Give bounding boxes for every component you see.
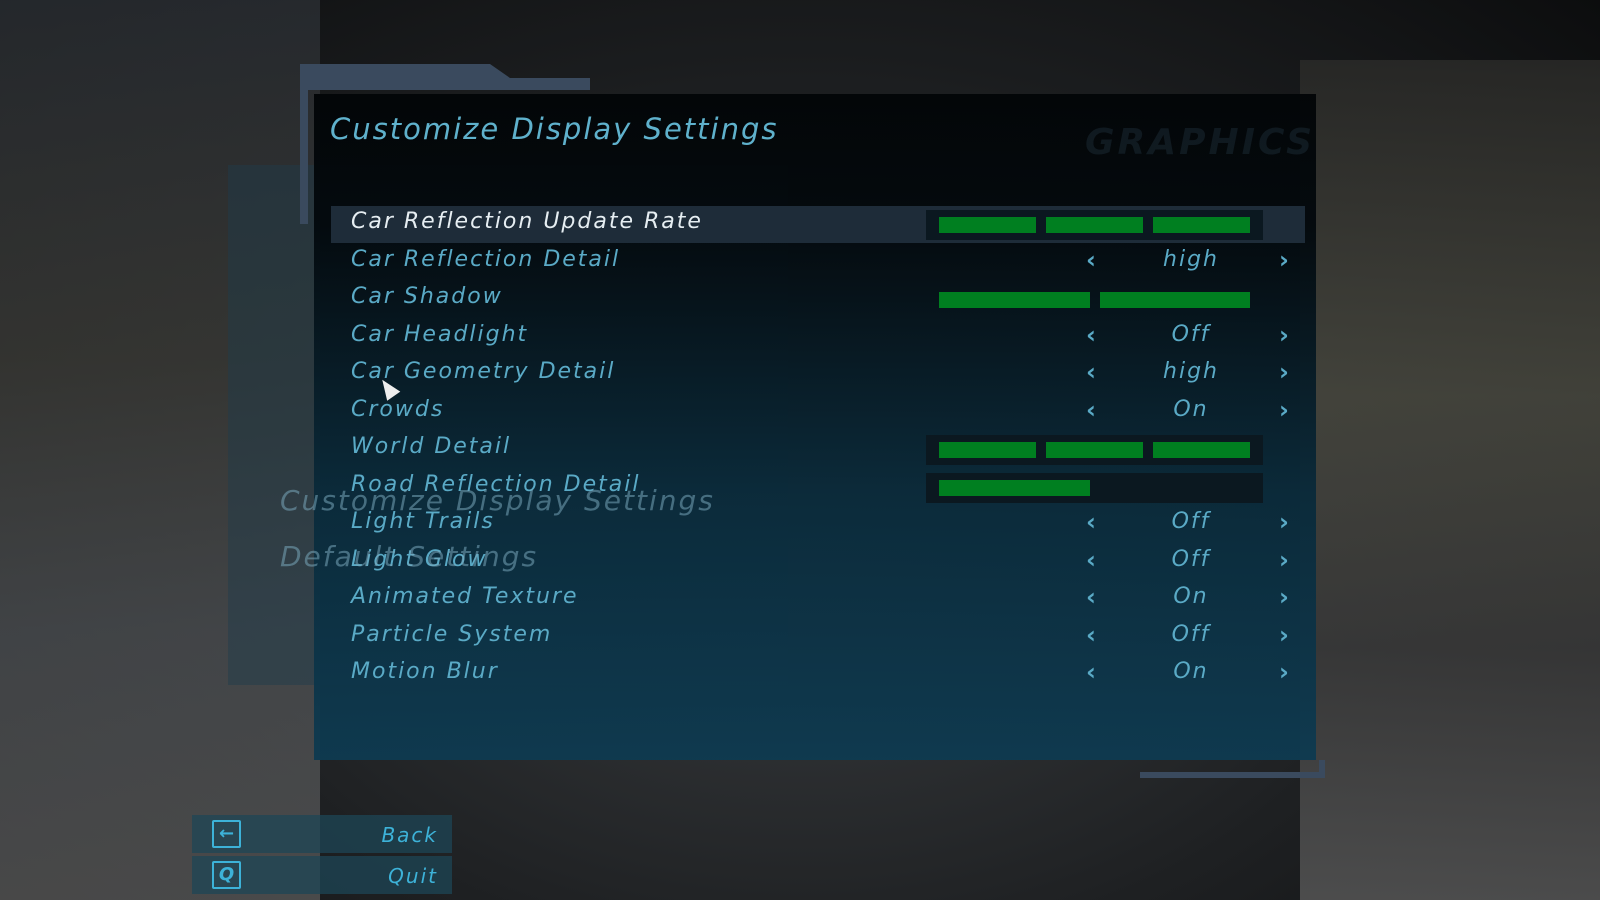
setting-value: On — [1173, 659, 1209, 684]
panel-frame — [300, 64, 308, 224]
level-segment — [1046, 442, 1143, 458]
setting-label: World Detail — [351, 434, 512, 459]
setting-value: On — [1173, 584, 1209, 609]
setting-label: Light Trails — [351, 509, 495, 534]
setting-label: Car Headlight — [351, 321, 529, 347]
chevron-left-icon[interactable]: ‹ — [1086, 546, 1096, 574]
graphics-watermark: GRAPHICS — [1085, 122, 1316, 163]
level-segment — [1100, 480, 1251, 496]
quit-button[interactable]: Q Quit — [192, 856, 452, 894]
q-key-icon: Q — [212, 861, 241, 889]
setting-value: On — [1173, 396, 1209, 422]
setting-label: Car Shadow — [351, 284, 503, 309]
chevron-left-icon[interactable]: ‹ — [1086, 583, 1096, 611]
chevron-left-icon[interactable]: ‹ — [1086, 246, 1096, 274]
setting-row[interactable]: Car Headlight ‹ Off › — [331, 319, 1305, 356]
chevron-right-icon[interactable]: › — [1279, 396, 1289, 424]
chevron-left-icon[interactable]: ‹ — [1086, 658, 1096, 686]
level-segment — [939, 479, 1090, 496]
chevron-left-icon[interactable]: ‹ — [1086, 321, 1096, 349]
setting-label: Light Glow — [351, 546, 488, 572]
panel-frame — [300, 64, 590, 90]
chevron-right-icon[interactable]: › — [1279, 246, 1289, 274]
setting-value: Off — [1171, 546, 1211, 572]
chevron-left-icon[interactable]: ‹ — [1086, 508, 1096, 536]
chevron-left-icon[interactable]: ‹ — [1086, 621, 1096, 649]
chevron-right-icon[interactable]: › — [1279, 508, 1289, 536]
setting-row[interactable]: Car Reflection Detail ‹ high › — [331, 244, 1305, 281]
chevron-right-icon[interactable]: › — [1279, 621, 1289, 649]
setting-label: Particle System — [351, 621, 553, 647]
chevron-right-icon[interactable]: › — [1279, 546, 1289, 574]
setting-label: Crowds — [351, 396, 445, 422]
background-garage-right — [1300, 60, 1600, 900]
setting-label: Car Reflection Update Rate — [351, 209, 703, 234]
setting-row[interactable]: Motion Blur ‹ On › — [331, 656, 1305, 693]
level-segment — [939, 292, 1090, 308]
setting-row[interactable]: Light Glow ‹ Off › — [331, 544, 1305, 581]
setting-value: high — [1163, 359, 1219, 384]
setting-label: Motion Blur — [351, 659, 499, 684]
setting-row[interactable]: Road Reflection Detail — [331, 469, 1305, 506]
setting-row[interactable]: Car Geometry Detail ‹ high › — [331, 356, 1305, 393]
level-bar[interactable] — [926, 435, 1263, 465]
setting-row[interactable]: Particle System ‹ Off › — [331, 619, 1305, 656]
setting-label: Road Reflection Detail — [351, 471, 641, 497]
chevron-right-icon[interactable]: › — [1279, 358, 1289, 386]
level-segment — [1099, 292, 1250, 308]
level-bar[interactable] — [926, 472, 1263, 503]
setting-value: Off — [1171, 509, 1211, 534]
setting-row[interactable]: Car Reflection Update Rate — [331, 206, 1305, 243]
page-title: Customize Display Settings — [330, 112, 779, 146]
chevron-right-icon[interactable]: › — [1279, 321, 1289, 349]
button-label: Back — [381, 823, 438, 847]
chevron-left-icon[interactable]: ‹ — [1086, 396, 1096, 424]
back-arrow-icon: ← — [212, 820, 241, 848]
chevron-left-icon[interactable]: ‹ — [1086, 358, 1096, 386]
button-label: Quit — [388, 864, 438, 888]
chevron-right-icon[interactable]: › — [1279, 583, 1289, 611]
level-segment — [1153, 217, 1250, 233]
setting-label: Animated Texture — [351, 584, 579, 609]
setting-value: high — [1163, 246, 1219, 272]
setting-row[interactable]: Crowds ‹ On › — [331, 394, 1305, 431]
setting-row[interactable]: Animated Texture ‹ On › — [331, 581, 1305, 618]
level-bar[interactable] — [926, 285, 1263, 315]
level-segment — [939, 442, 1036, 458]
setting-value: Off — [1171, 321, 1211, 347]
level-bar[interactable] — [926, 210, 1263, 240]
panel-frame — [1140, 760, 1325, 778]
level-segment — [1046, 217, 1143, 233]
setting-row[interactable]: Light Trails ‹ Off › — [331, 506, 1305, 543]
back-button[interactable]: ← Back — [192, 815, 452, 853]
setting-label: Car Reflection Detail — [351, 246, 621, 272]
setting-row[interactable]: World Detail — [331, 431, 1305, 468]
level-segment — [1153, 442, 1250, 458]
level-segment — [939, 217, 1036, 233]
chevron-right-icon[interactable]: › — [1279, 658, 1289, 686]
setting-row[interactable]: Car Shadow — [331, 281, 1305, 318]
setting-value: Off — [1171, 621, 1211, 647]
